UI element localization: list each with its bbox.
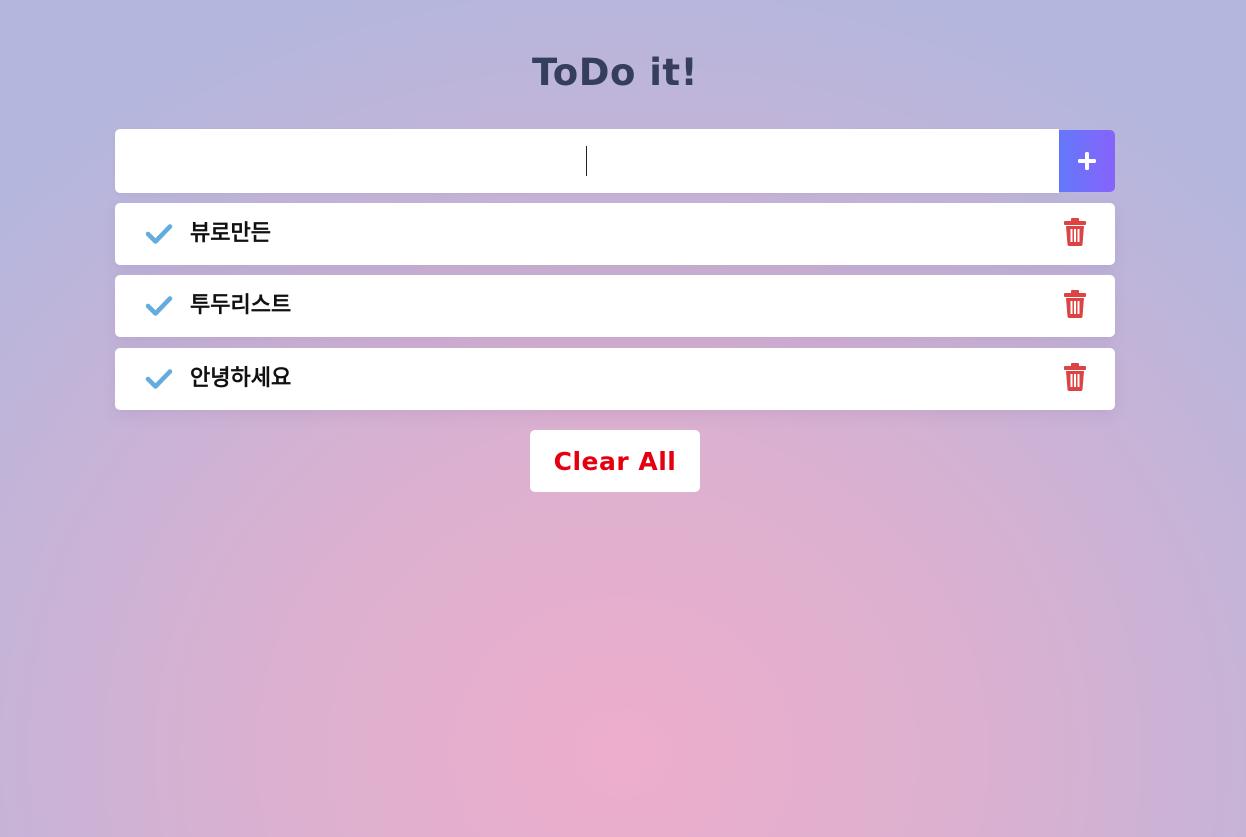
trash-icon[interactable] (1063, 290, 1087, 318)
todo-item-text: 뷰로만든 (190, 221, 271, 246)
clear-all-button[interactable]: Clear All (554, 447, 677, 476)
input-row (115, 129, 1115, 193)
todo-item-text: 투두리스트 (190, 293, 292, 318)
todo-input[interactable] (115, 129, 1059, 193)
check-icon[interactable] (145, 368, 173, 390)
trash-icon[interactable] (1063, 218, 1087, 246)
trash-icon[interactable] (1063, 363, 1087, 391)
page-title: ToDo it! (531, 51, 698, 94)
todo-item-text: 안녕하세요 (190, 366, 292, 391)
plus-icon (1078, 152, 1096, 170)
todo-item: 안녕하세요 (115, 348, 1115, 410)
todo-item: 투두리스트 (115, 275, 1115, 337)
todo-item: 뷰로만든 (115, 203, 1115, 265)
check-icon[interactable] (145, 223, 173, 245)
clear-all-container: Clear All (530, 430, 700, 492)
text-caret (586, 146, 587, 176)
check-icon[interactable] (145, 295, 173, 317)
add-todo-button[interactable] (1059, 130, 1115, 192)
